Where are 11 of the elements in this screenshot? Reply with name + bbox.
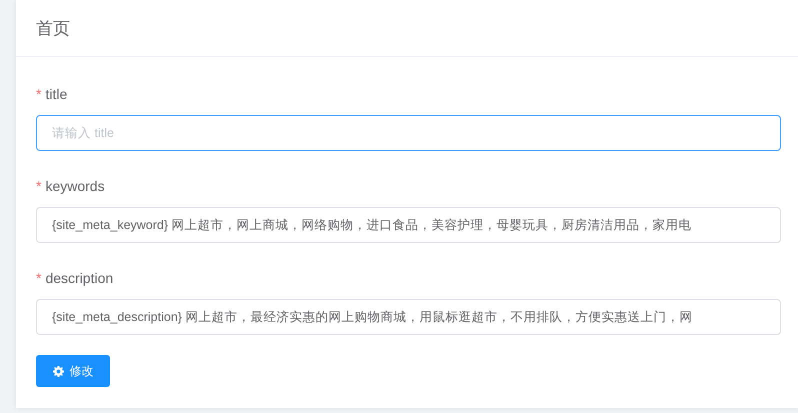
- field-label: description: [45, 270, 114, 288]
- page-title: 首页: [36, 18, 70, 40]
- gear-icon: [52, 366, 64, 376]
- field-label: title: [45, 86, 68, 104]
- required-mark: *: [36, 178, 42, 196]
- field-label: keywords: [45, 178, 105, 196]
- input-field[interactable]: {site_meta_keyword} 网上超市，网上商城，网络购物，进口食品，美容护理，母婴玩具，厨房清洁用品，家用电: [36, 207, 781, 243]
- submit-button[interactable]: 修改: [36, 355, 110, 387]
- required-mark: *: [36, 270, 42, 288]
- required-mark: *: [36, 86, 42, 104]
- input-field[interactable]: {site_meta_description} 网上超市，最经济实惠的网上购物商城，用鼠标逛超市，不用排队，方便实惠送上门，网: [36, 299, 781, 335]
